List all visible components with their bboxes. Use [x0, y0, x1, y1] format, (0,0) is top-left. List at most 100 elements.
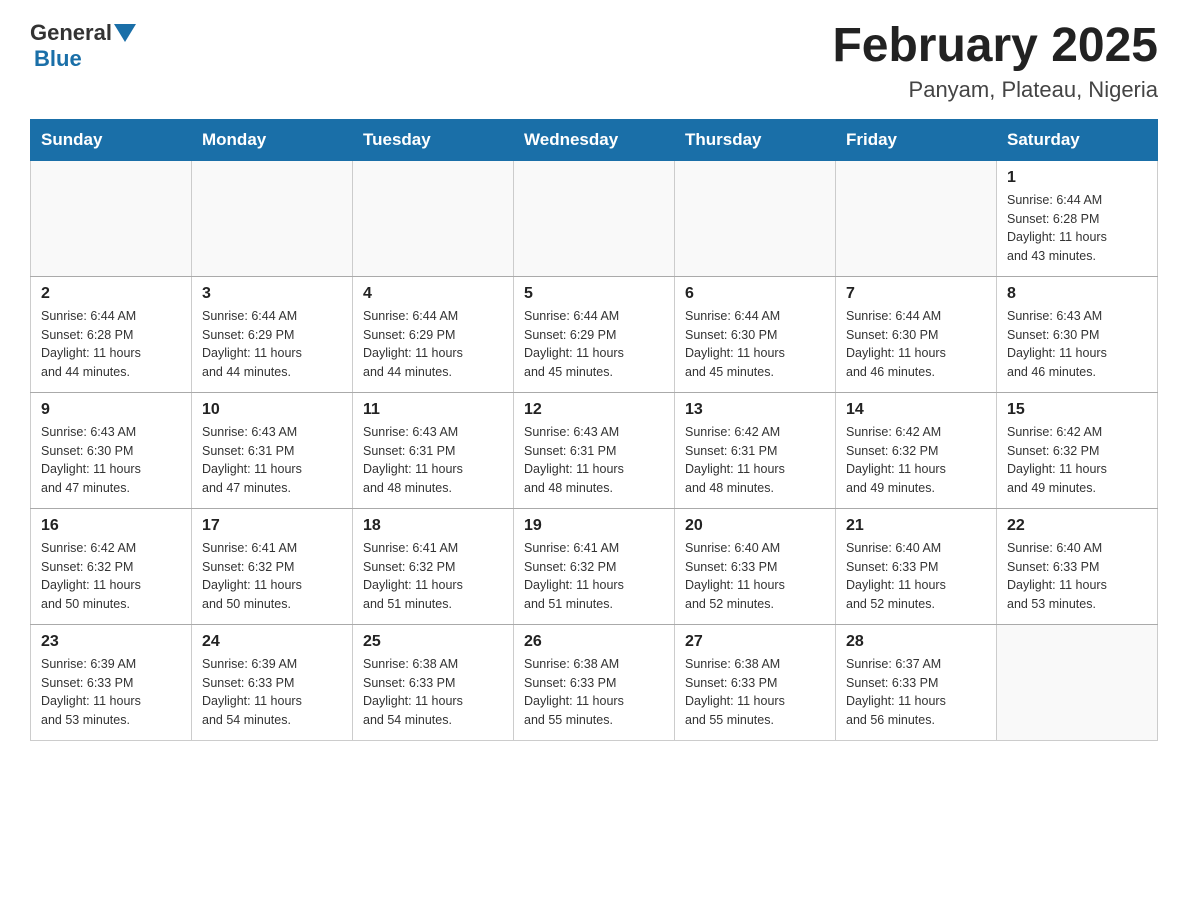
- calendar-day-cell: 17 Sunrise: 6:41 AM Sunset: 6:32 PM Dayli…: [192, 508, 353, 624]
- calendar-day-cell: [31, 160, 192, 276]
- day-number: 19: [524, 517, 664, 535]
- day-info: Sunrise: 6:44 AM Sunset: 6:28 PM Dayligh…: [1007, 191, 1147, 266]
- day-number: 4: [363, 285, 503, 303]
- calendar-day-cell: 14 Sunrise: 6:42 AM Sunset: 6:32 PM Dayli…: [836, 392, 997, 508]
- day-info: Sunrise: 6:41 AM Sunset: 6:32 PM Dayligh…: [363, 539, 503, 614]
- page-header: General Blue February 2025 Panyam, Plate…: [30, 20, 1158, 103]
- day-number: 10: [202, 401, 342, 419]
- day-number: 11: [363, 401, 503, 419]
- calendar-day-cell: 20 Sunrise: 6:40 AM Sunset: 6:33 PM Dayli…: [675, 508, 836, 624]
- calendar-week-row: 23 Sunrise: 6:39 AM Sunset: 6:33 PM Dayli…: [31, 624, 1158, 740]
- calendar-week-row: 2 Sunrise: 6:44 AM Sunset: 6:28 PM Daylig…: [31, 276, 1158, 392]
- weekday-header-tuesday: Tuesday: [353, 119, 514, 160]
- calendar-day-cell: [353, 160, 514, 276]
- day-info: Sunrise: 6:44 AM Sunset: 6:28 PM Dayligh…: [41, 307, 181, 382]
- calendar-day-cell: 7Sunrise: 6:44 AM Sunset: 6:30 PM Daylig…: [836, 276, 997, 392]
- day-info: Sunrise: 6:40 AM Sunset: 6:33 PM Dayligh…: [1007, 539, 1147, 614]
- day-number: 23: [41, 633, 181, 651]
- day-info: Sunrise: 6:39 AM Sunset: 6:33 PM Dayligh…: [41, 655, 181, 730]
- day-info: Sunrise: 6:43 AM Sunset: 6:31 PM Dayligh…: [202, 423, 342, 498]
- day-info: Sunrise: 6:43 AM Sunset: 6:31 PM Dayligh…: [524, 423, 664, 498]
- day-info: Sunrise: 6:42 AM Sunset: 6:32 PM Dayligh…: [846, 423, 986, 498]
- calendar-day-cell: 23 Sunrise: 6:39 AM Sunset: 6:33 PM Dayli…: [31, 624, 192, 740]
- day-number: 15: [1007, 401, 1147, 419]
- day-number: 17: [202, 517, 342, 535]
- weekday-header-thursday: Thursday: [675, 119, 836, 160]
- day-info: Sunrise: 6:43 AM Sunset: 6:31 PM Dayligh…: [363, 423, 503, 498]
- logo: General Blue: [30, 20, 136, 72]
- day-info: Sunrise: 6:41 AM Sunset: 6:32 PM Dayligh…: [524, 539, 664, 614]
- calendar-day-cell: 18 Sunrise: 6:41 AM Sunset: 6:32 PM Dayli…: [353, 508, 514, 624]
- day-info: Sunrise: 6:43 AM Sunset: 6:30 PM Dayligh…: [41, 423, 181, 498]
- day-number: 2: [41, 285, 181, 303]
- calendar-week-row: 9 Sunrise: 6:43 AM Sunset: 6:30 PM Daylig…: [31, 392, 1158, 508]
- calendar-day-cell: [997, 624, 1158, 740]
- calendar-day-cell: 9 Sunrise: 6:43 AM Sunset: 6:30 PM Daylig…: [31, 392, 192, 508]
- calendar-day-cell: 27Sunrise: 6:38 AM Sunset: 6:33 PM Dayli…: [675, 624, 836, 740]
- day-info: Sunrise: 6:40 AM Sunset: 6:33 PM Dayligh…: [846, 539, 986, 614]
- calendar-day-cell: 13 Sunrise: 6:42 AM Sunset: 6:31 PM Dayli…: [675, 392, 836, 508]
- day-number: 25: [363, 633, 503, 651]
- day-info: Sunrise: 6:44 AM Sunset: 6:30 PM Dayligh…: [685, 307, 825, 382]
- day-number: 21: [846, 517, 986, 535]
- calendar-week-row: 16 Sunrise: 6:42 AM Sunset: 6:32 PM Dayli…: [31, 508, 1158, 624]
- day-number: 9: [41, 401, 181, 419]
- day-info: Sunrise: 6:40 AM Sunset: 6:33 PM Dayligh…: [685, 539, 825, 614]
- day-info: Sunrise: 6:42 AM Sunset: 6:31 PM Dayligh…: [685, 423, 825, 498]
- calendar-day-cell: [836, 160, 997, 276]
- day-number: 13: [685, 401, 825, 419]
- calendar-day-cell: [514, 160, 675, 276]
- day-number: 12: [524, 401, 664, 419]
- day-info: Sunrise: 6:43 AM Sunset: 6:30 PM Dayligh…: [1007, 307, 1147, 382]
- day-number: 1: [1007, 169, 1147, 187]
- day-info: Sunrise: 6:41 AM Sunset: 6:32 PM Dayligh…: [202, 539, 342, 614]
- calendar-day-cell: [192, 160, 353, 276]
- logo-triangle-icon: [114, 24, 136, 46]
- day-info: Sunrise: 6:42 AM Sunset: 6:32 PM Dayligh…: [41, 539, 181, 614]
- calendar-day-cell: 6 Sunrise: 6:44 AM Sunset: 6:30 PM Daylig…: [675, 276, 836, 392]
- day-info: Sunrise: 6:44 AM Sunset: 6:29 PM Dayligh…: [524, 307, 664, 382]
- day-info: Sunrise: 6:44 AM Sunset: 6:30 PM Dayligh…: [846, 307, 986, 382]
- weekday-header-row: SundayMondayTuesdayWednesdayThursdayFrid…: [31, 119, 1158, 160]
- calendar-day-cell: 4Sunrise: 6:44 AM Sunset: 6:29 PM Daylig…: [353, 276, 514, 392]
- calendar-day-cell: 10 Sunrise: 6:43 AM Sunset: 6:31 PM Dayli…: [192, 392, 353, 508]
- calendar-day-cell: 25 Sunrise: 6:38 AM Sunset: 6:33 PM Dayli…: [353, 624, 514, 740]
- calendar-day-cell: 21 Sunrise: 6:40 AM Sunset: 6:33 PM Dayli…: [836, 508, 997, 624]
- location-subtitle: Panyam, Plateau, Nigeria: [832, 77, 1158, 103]
- calendar-day-cell: 1 Sunrise: 6:44 AM Sunset: 6:28 PM Daylig…: [997, 160, 1158, 276]
- calendar-day-cell: 15Sunrise: 6:42 AM Sunset: 6:32 PM Dayli…: [997, 392, 1158, 508]
- calendar-day-cell: 3Sunrise: 6:44 AM Sunset: 6:29 PM Daylig…: [192, 276, 353, 392]
- day-number: 6: [685, 285, 825, 303]
- day-info: Sunrise: 6:37 AM Sunset: 6:33 PM Dayligh…: [846, 655, 986, 730]
- day-info: Sunrise: 6:39 AM Sunset: 6:33 PM Dayligh…: [202, 655, 342, 730]
- weekday-header-friday: Friday: [836, 119, 997, 160]
- calendar-day-cell: 8 Sunrise: 6:43 AM Sunset: 6:30 PM Daylig…: [997, 276, 1158, 392]
- calendar-day-cell: [675, 160, 836, 276]
- calendar-day-cell: 12 Sunrise: 6:43 AM Sunset: 6:31 PM Dayli…: [514, 392, 675, 508]
- day-number: 14: [846, 401, 986, 419]
- logo-blue-text: Blue: [34, 46, 82, 71]
- logo-general-text: General: [30, 20, 112, 46]
- day-number: 5: [524, 285, 664, 303]
- calendar-day-cell: 28 Sunrise: 6:37 AM Sunset: 6:33 PM Dayli…: [836, 624, 997, 740]
- calendar-day-cell: 19 Sunrise: 6:41 AM Sunset: 6:32 PM Dayli…: [514, 508, 675, 624]
- day-number: 16: [41, 517, 181, 535]
- calendar-day-cell: 16 Sunrise: 6:42 AM Sunset: 6:32 PM Dayli…: [31, 508, 192, 624]
- day-info: Sunrise: 6:38 AM Sunset: 6:33 PM Dayligh…: [685, 655, 825, 730]
- calendar-day-cell: 11 Sunrise: 6:43 AM Sunset: 6:31 PM Dayli…: [353, 392, 514, 508]
- day-number: 26: [524, 633, 664, 651]
- weekday-header-wednesday: Wednesday: [514, 119, 675, 160]
- day-number: 20: [685, 517, 825, 535]
- day-info: Sunrise: 6:38 AM Sunset: 6:33 PM Dayligh…: [524, 655, 664, 730]
- day-number: 24: [202, 633, 342, 651]
- day-info: Sunrise: 6:38 AM Sunset: 6:33 PM Dayligh…: [363, 655, 503, 730]
- day-number: 28: [846, 633, 986, 651]
- calendar-table: SundayMondayTuesdayWednesdayThursdayFrid…: [30, 119, 1158, 741]
- day-number: 22: [1007, 517, 1147, 535]
- month-year-title: February 2025: [832, 20, 1158, 73]
- day-number: 8: [1007, 285, 1147, 303]
- day-number: 18: [363, 517, 503, 535]
- calendar-day-cell: 24 Sunrise: 6:39 AM Sunset: 6:33 PM Dayli…: [192, 624, 353, 740]
- title-area: February 2025 Panyam, Plateau, Nigeria: [832, 20, 1158, 103]
- weekday-header-monday: Monday: [192, 119, 353, 160]
